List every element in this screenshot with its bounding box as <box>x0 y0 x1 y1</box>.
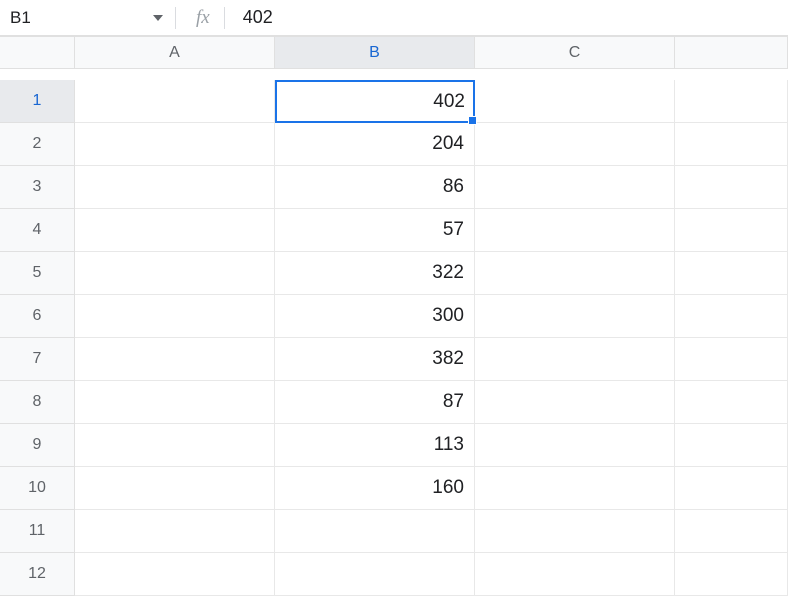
cell-D9[interactable] <box>675 424 788 467</box>
cell-B3[interactable]: 86 <box>275 166 475 209</box>
cell-A11[interactable] <box>75 510 275 553</box>
select-all-corner[interactable] <box>0 37 75 69</box>
cell-C10[interactable] <box>475 467 675 510</box>
column-header-A[interactable]: A <box>75 37 275 69</box>
cell-B6[interactable]: 300 <box>275 295 475 338</box>
row-header-8[interactable]: 8 <box>0 381 75 424</box>
column-header-C[interactable]: C <box>475 37 675 69</box>
cell-A12[interactable] <box>75 553 275 596</box>
chevron-down-icon <box>153 15 163 21</box>
cell-A7[interactable] <box>75 338 275 381</box>
cell-D11[interactable] <box>675 510 788 553</box>
cell-B5[interactable]: 322 <box>275 252 475 295</box>
name-box[interactable] <box>0 8 75 28</box>
formula-bar: fx <box>0 0 788 36</box>
name-box-dropdown[interactable] <box>75 15 175 21</box>
row-header-7[interactable]: 7 <box>0 338 75 381</box>
cell-D1[interactable] <box>675 80 788 123</box>
cell-C1[interactable] <box>475 80 675 123</box>
cell-D4[interactable] <box>675 209 788 252</box>
cell-B12[interactable] <box>275 553 475 596</box>
cell-B7[interactable]: 382 <box>275 338 475 381</box>
cell-C4[interactable] <box>475 209 675 252</box>
cell-C6[interactable] <box>475 295 675 338</box>
cell-C3[interactable] <box>475 166 675 209</box>
row-header-5[interactable]: 5 <box>0 252 75 295</box>
row-header-4[interactable]: 4 <box>0 209 75 252</box>
cell-A8[interactable] <box>75 381 275 424</box>
cell-D12[interactable] <box>675 553 788 596</box>
cell-A1[interactable] <box>75 80 275 123</box>
row-header-2[interactable]: 2 <box>0 123 75 166</box>
cell-D8[interactable] <box>675 381 788 424</box>
cell-D3[interactable] <box>675 166 788 209</box>
cell-C7[interactable] <box>475 338 675 381</box>
cell-C8[interactable] <box>475 381 675 424</box>
cell-C5[interactable] <box>475 252 675 295</box>
cell-B11[interactable] <box>275 510 475 553</box>
row-header-6[interactable]: 6 <box>0 295 75 338</box>
cell-D6[interactable] <box>675 295 788 338</box>
formula-input[interactable] <box>225 7 788 28</box>
cell-D7[interactable] <box>675 338 788 381</box>
cell-D5[interactable] <box>675 252 788 295</box>
cell-B9[interactable]: 113 <box>275 424 475 467</box>
cell-A9[interactable] <box>75 424 275 467</box>
cell-B4[interactable]: 57 <box>275 209 475 252</box>
cell-C12[interactable] <box>475 553 675 596</box>
cell-B2[interactable]: 204 <box>275 123 475 166</box>
cell-B8[interactable]: 87 <box>275 381 475 424</box>
cell-C9[interactable] <box>475 424 675 467</box>
cell-A10[interactable] <box>75 467 275 510</box>
cell-D10[interactable] <box>675 467 788 510</box>
row-header-1[interactable]: 1 <box>0 80 75 123</box>
cell-C2[interactable] <box>475 123 675 166</box>
row-header-12[interactable]: 12 <box>0 553 75 596</box>
cell-D2[interactable] <box>675 123 788 166</box>
spreadsheet-grid: A B C 1 402 2 204 3 86 4 57 5 322 6 300 … <box>0 36 788 596</box>
column-header-B[interactable]: B <box>275 37 475 69</box>
column-header-D[interactable] <box>675 37 788 69</box>
row-header-3[interactable]: 3 <box>0 166 75 209</box>
cell-A5[interactable] <box>75 252 275 295</box>
cell-C11[interactable] <box>475 510 675 553</box>
row-header-9[interactable]: 9 <box>0 424 75 467</box>
cell-B10[interactable]: 160 <box>275 467 475 510</box>
divider <box>175 7 176 29</box>
row-header-10[interactable]: 10 <box>0 467 75 510</box>
cell-B1[interactable]: 402 <box>275 80 475 123</box>
cell-A4[interactable] <box>75 209 275 252</box>
cell-A2[interactable] <box>75 123 275 166</box>
cell-A6[interactable] <box>75 295 275 338</box>
row-header-11[interactable]: 11 <box>0 510 75 553</box>
fx-label: fx <box>182 7 224 29</box>
cell-A3[interactable] <box>75 166 275 209</box>
